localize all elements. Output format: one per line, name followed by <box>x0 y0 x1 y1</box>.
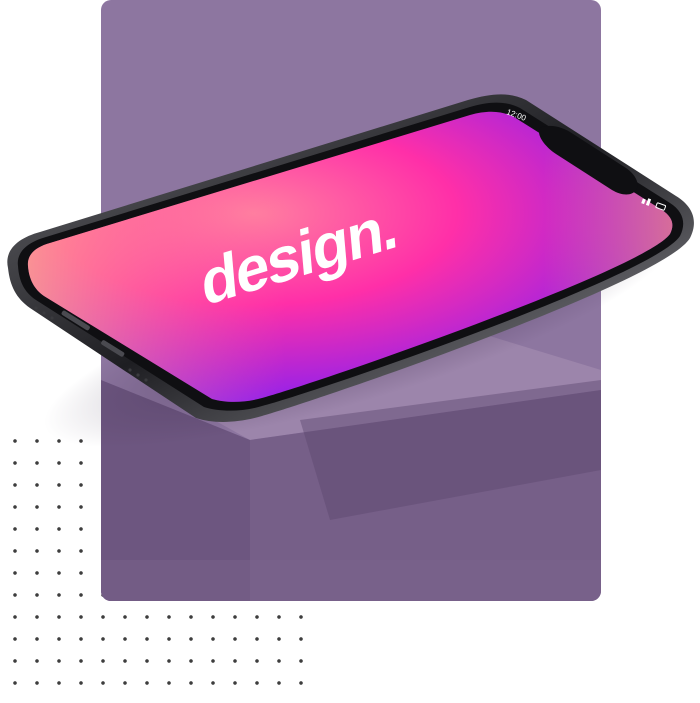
stage: 12:00 design. <box>0 0 700 703</box>
phone-mockup-illustration: 12:00 design. <box>7 94 694 601</box>
